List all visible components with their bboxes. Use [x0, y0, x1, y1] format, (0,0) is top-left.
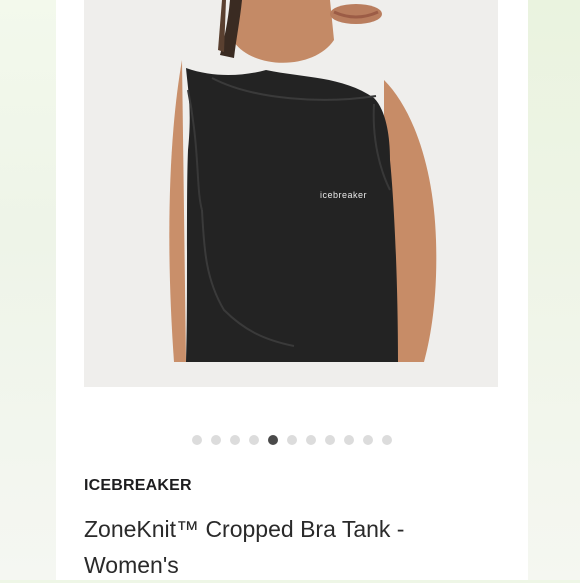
- carousel-dot-11[interactable]: [382, 435, 392, 445]
- left-background: [0, 0, 56, 580]
- carousel-dot-3[interactable]: [230, 435, 240, 445]
- carousel-dot-9[interactable]: [344, 435, 354, 445]
- product-panel: icebreaker ICEBREAKER ZoneKnit™ Cropped …: [56, 0, 528, 580]
- carousel-dot-7[interactable]: [306, 435, 316, 445]
- carousel-dot-6[interactable]: [287, 435, 297, 445]
- brand-name[interactable]: ICEBREAKER: [84, 477, 192, 495]
- product-image[interactable]: icebreaker: [84, 0, 498, 387]
- carousel-dot-5-active[interactable]: [268, 435, 278, 445]
- carousel-dot-4[interactable]: [249, 435, 259, 445]
- svg-text:icebreaker: icebreaker: [320, 190, 367, 200]
- carousel-dot-8[interactable]: [325, 435, 335, 445]
- carousel-dot-2[interactable]: [211, 435, 221, 445]
- right-background: [528, 0, 580, 580]
- carousel-dot-1[interactable]: [192, 435, 202, 445]
- carousel-dots: [56, 435, 528, 445]
- product-title: ZoneKnit™ Cropped Bra Tank - Women's: [84, 516, 405, 578]
- product-photo: icebreaker: [84, 0, 498, 387]
- carousel-dot-10[interactable]: [363, 435, 373, 445]
